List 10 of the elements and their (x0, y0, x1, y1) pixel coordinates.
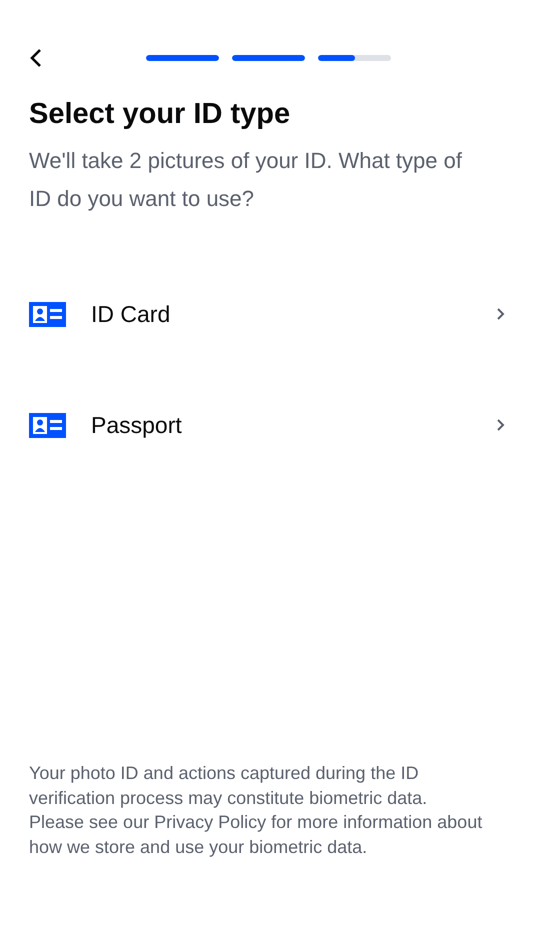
disclaimer-text: Your photo ID and actions captured during the ID verification process may constitute biometric data. Please see our Privacy Policy for more information about how we store and use your biometric data. (29, 762, 484, 859)
page-title: Select your ID type (29, 97, 292, 132)
id-card-icon (29, 412, 66, 438)
id-type-option[interactable]: Passport (29, 397, 509, 453)
subtitle: We'll take 2 pictures of your ID. What type of ID do you want to use? (29, 147, 463, 213)
chevron-left-icon (29, 47, 43, 69)
chevron-right-icon (496, 418, 505, 432)
id-card-icon (29, 302, 66, 326)
id-type-option[interactable]: ID Card (29, 286, 509, 342)
chevron-right-icon (496, 307, 505, 321)
